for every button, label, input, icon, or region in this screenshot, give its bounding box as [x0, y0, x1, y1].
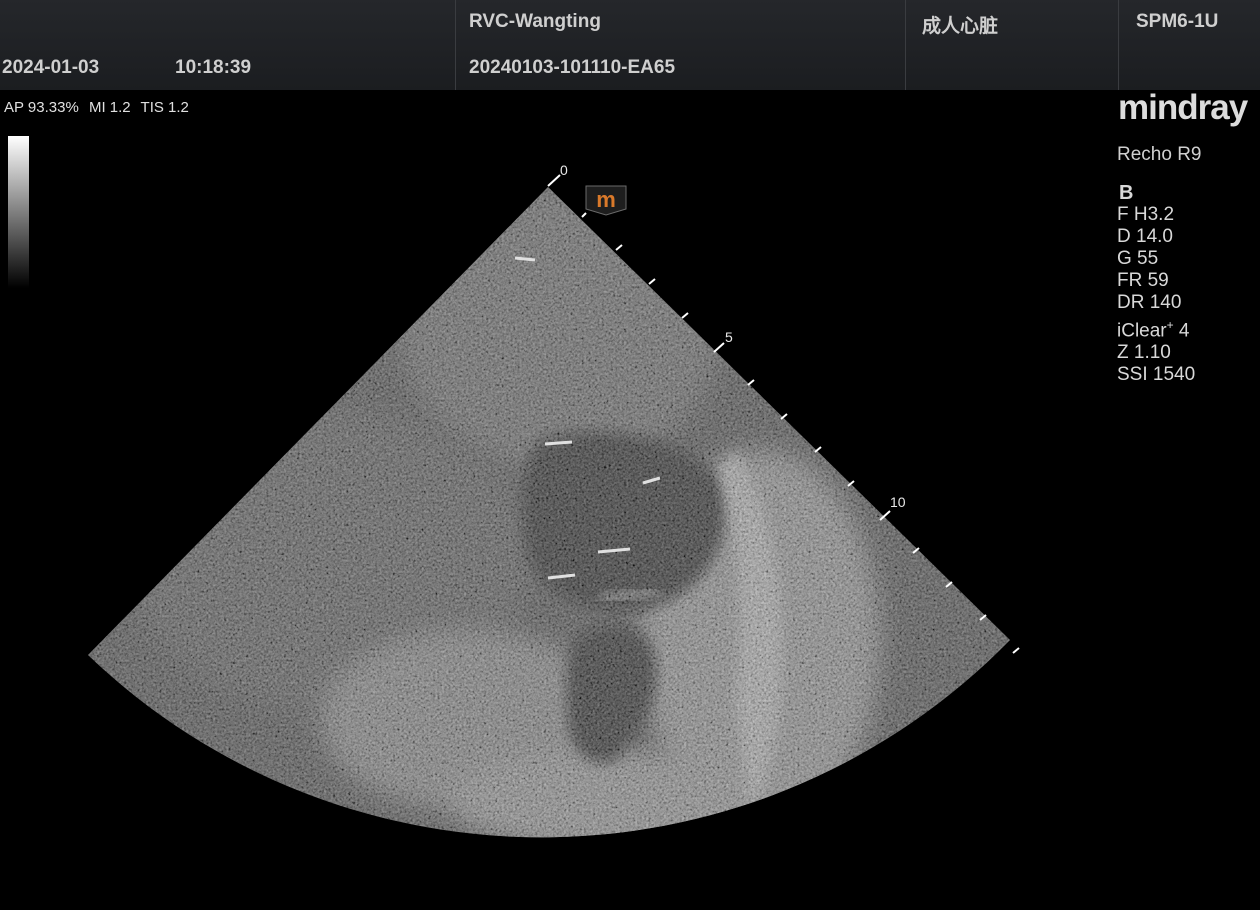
depth-label-5: 5	[725, 329, 733, 345]
ultrasound-image: 0 5 10 m	[88, 162, 1020, 838]
orientation-marker-icon: m	[585, 185, 627, 216]
orientation-marker-letter: m	[596, 187, 616, 212]
depth-label-10: 10	[890, 494, 906, 510]
sector-scan	[88, 187, 1010, 838]
depth-label-0: 0	[560, 162, 568, 178]
